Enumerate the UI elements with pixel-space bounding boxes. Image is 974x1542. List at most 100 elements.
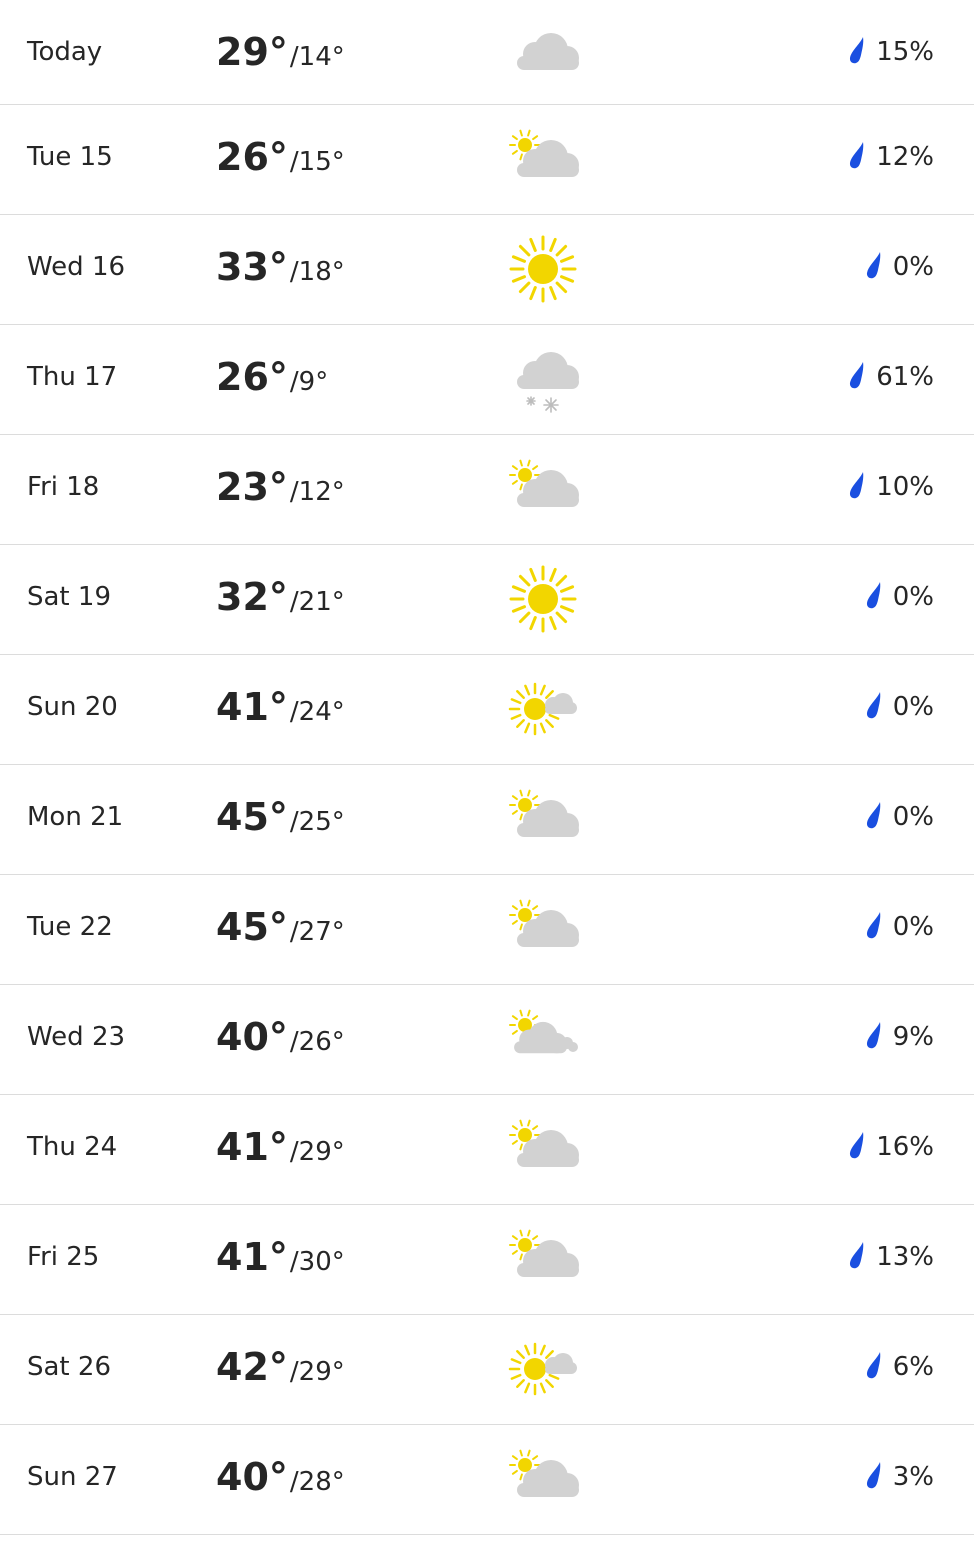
precipitation-value: 9% [892,1022,934,1052]
precipitation-value: 0% [892,252,934,282]
raindrop-icon [865,1461,883,1489]
day-label: Today [27,37,103,67]
temperature-range: 42°/29° [216,1315,345,1419]
partly-sunny-icon [505,1335,585,1405]
temperature-range: 29°/14° [216,0,345,104]
low-temperature: 15° [298,147,345,177]
forecast-day-row[interactable]: Fri 18 23°/12° 10% [0,435,974,545]
daily-forecast-list: Today 29°/14° 15% Tue 15 26°/15° 12% Wed… [0,0,974,1535]
precipitation-chance: 9% [865,985,934,1089]
precipitation-value: 0% [892,582,934,612]
forecast-day-row[interactable]: Sun 27 40°/28° 3% [0,1425,974,1535]
mostly-cloudy-icon [505,125,585,195]
temperature-separator: / [289,697,299,727]
low-temperature: 9° [298,367,329,397]
temperature-range: 45°/25° [216,765,345,869]
mostly-cloudy-icon [505,1225,585,1295]
mostly-cloudy-icon [505,455,585,525]
precipitation-chance: 3% [865,1425,934,1529]
temperature-separator: / [289,1467,299,1497]
precipitation-value: 13% [876,1242,934,1272]
mostly-cloudy-icon [505,895,585,965]
raindrop-icon [848,1241,866,1269]
mostly-cloudy-icon [505,1115,585,1185]
cloudy-icon [505,20,585,90]
high-temperature: 32° [216,575,288,619]
high-temperature: 33° [216,245,288,289]
temperature-range: 41°/24° [216,655,345,759]
precipitation-chance: 15% [848,0,934,104]
raindrop-icon [865,251,883,279]
high-temperature: 23° [216,465,288,509]
low-temperature: 29° [298,1137,345,1167]
low-temperature: 28° [298,1467,345,1497]
forecast-day-row[interactable]: Tue 15 26°/15° 12% [0,105,974,215]
temperature-separator: / [289,587,299,617]
temperature-separator: / [289,1137,299,1167]
partly-sunny-icon [505,675,585,745]
high-temperature: 26° [216,135,288,179]
high-temperature: 45° [216,905,288,949]
day-label: Sun 20 [27,692,118,722]
forecast-day-row[interactable]: Today 29°/14° 15% [0,0,974,105]
temperature-separator: / [289,1357,299,1387]
forecast-day-row[interactable]: Thu 24 41°/29° 16% [0,1095,974,1205]
temperature-separator: / [289,1027,299,1057]
temperature-range: 23°/12° [216,435,345,539]
day-label: Sat 26 [27,1352,111,1382]
temperature-range: 26°/15° [216,105,345,209]
temperature-separator: / [289,917,299,947]
low-temperature: 25° [298,807,345,837]
precipitation-value: 10% [876,472,934,502]
temperature-range: 26°/9° [216,325,328,429]
precipitation-value: 0% [892,802,934,832]
temperature-separator: / [289,147,299,177]
temperature-range: 32°/21° [216,545,345,649]
forecast-day-row[interactable]: Sat 26 42°/29° 6% [0,1315,974,1425]
temperature-range: 41°/29° [216,1095,345,1199]
day-label: Fri 18 [27,472,100,502]
precipitation-chance: 6% [865,1315,934,1419]
forecast-day-row[interactable]: Wed 23 40°/26° 9% [0,985,974,1095]
precipitation-value: 15% [876,37,934,67]
raindrop-icon [865,1351,883,1379]
temperature-separator: / [289,477,299,507]
precipitation-value: 0% [892,912,934,942]
forecast-day-row[interactable]: Sun 20 41°/24° 0% [0,655,974,765]
precipitation-value: 12% [876,142,934,172]
high-temperature: 40° [216,1455,288,1499]
day-label: Fri 25 [27,1242,100,1272]
forecast-day-row[interactable]: Thu 17 26°/9° 61% [0,325,974,435]
precipitation-value: 61% [876,362,934,392]
high-temperature: 29° [216,30,288,74]
forecast-day-row[interactable]: Mon 21 45°/25° 0% [0,765,974,875]
temperature-range: 40°/28° [216,1425,345,1529]
high-temperature: 41° [216,1235,288,1279]
high-temperature: 26° [216,355,288,399]
raindrop-icon [865,801,883,829]
temperature-separator: / [289,807,299,837]
low-temperature: 24° [298,697,345,727]
precipitation-chance: 0% [865,875,934,979]
forecast-day-row[interactable]: Wed 16 33°/18° 0% [0,215,974,325]
precipitation-chance: 12% [848,105,934,209]
forecast-day-row[interactable]: Sat 19 32°/21° 0% [0,545,974,655]
high-temperature: 41° [216,1125,288,1169]
precipitation-value: 6% [892,1352,934,1382]
forecast-day-row[interactable]: Fri 25 41°/30° 13% [0,1205,974,1315]
temperature-separator: / [289,257,299,287]
temperature-range: 40°/26° [216,985,345,1089]
low-temperature: 12° [298,477,345,507]
raindrop-icon [865,691,883,719]
raindrop-icon [865,581,883,609]
temperature-separator: / [289,1247,299,1277]
forecast-day-row[interactable]: Tue 22 45°/27° 0% [0,875,974,985]
day-label: Wed 16 [27,252,126,282]
precipitation-value: 16% [876,1132,934,1162]
precipitation-chance: 0% [865,765,934,869]
temperature-separator: / [289,367,299,397]
raindrop-icon [848,361,866,389]
day-label: Tue 22 [27,912,113,942]
day-label: Tue 15 [27,142,113,172]
high-temperature: 40° [216,1015,288,1059]
